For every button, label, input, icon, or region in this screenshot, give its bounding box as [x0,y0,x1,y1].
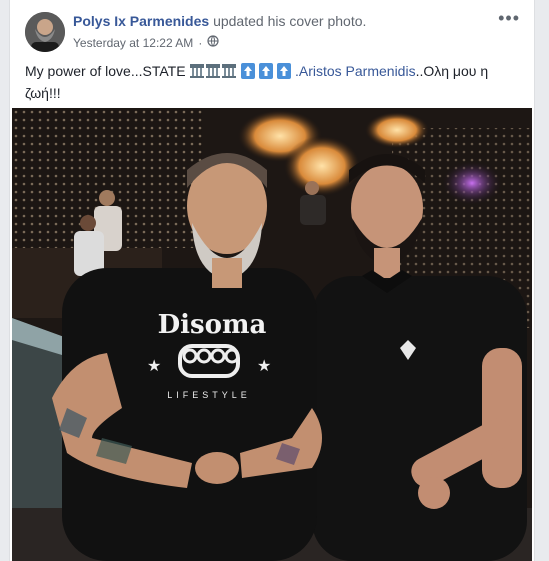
post-meta: Yesterday at 12:22 AM · [73,35,219,50]
flag-icon [221,63,237,84]
post-text-intro: My power of love...STATE [25,63,186,79]
avatar[interactable] [25,12,65,52]
avatar-image [25,12,65,52]
post-header: Polys Ix Parmenides updated his cover ph… [73,13,366,29]
author-name[interactable]: Polys Ix Parmenides [73,13,209,29]
more-options-icon[interactable]: ••• [498,8,520,29]
post-action: updated his cover photo. [213,13,367,29]
post-card: Polys Ix Parmenides updated his cover ph… [9,0,535,561]
flag-icon [205,63,221,84]
shirt-brand-text: Disoma [158,310,267,340]
cover-photo-image: Disoma ★ ★ LIFESTYLE [12,108,532,561]
flag-icon [189,63,205,84]
star-icon: ★ [257,358,271,375]
up-arrow-icon [277,63,292,84]
globe-icon[interactable] [207,35,219,50]
tagged-person-link[interactable]: .Aristos Parmenidis [295,63,416,79]
star-icon: ★ [147,358,161,375]
up-arrow-icon [241,63,256,84]
shirt-sub-text: LIFESTYLE [167,390,251,400]
meta-separator: · [198,35,203,50]
timestamp[interactable]: Yesterday at 12:22 AM [73,36,193,50]
post-text: My power of love...STATE .Aristos Parmen… [25,62,515,103]
cover-photo[interactable]: Disoma ★ ★ LIFESTYLE [12,108,532,561]
up-arrow-icon [259,63,274,84]
